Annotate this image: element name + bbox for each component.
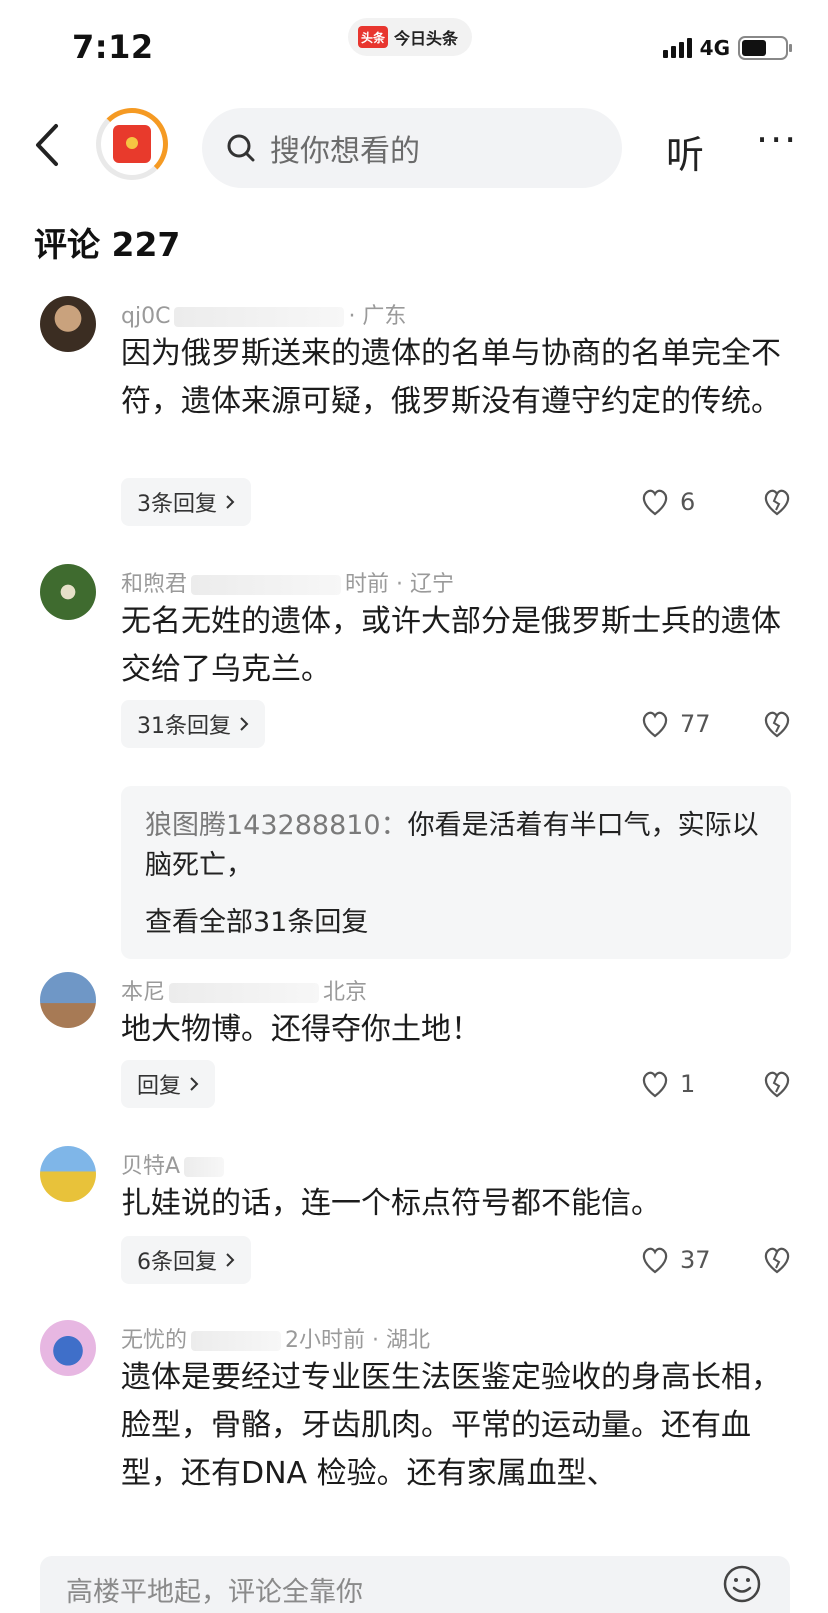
replies-label: 3条回复 (137, 492, 217, 517)
more-button[interactable]: ··· (756, 118, 798, 162)
replies-button[interactable]: 6条回复 (121, 1236, 251, 1284)
search-bar[interactable]: 搜你想看的 (202, 108, 622, 188)
avatar[interactable] (40, 1320, 96, 1376)
avatar[interactable] (40, 972, 96, 1028)
dislike-button[interactable] (762, 488, 792, 520)
comment-meta: 和煦君 时前 · 辽宁 (121, 566, 454, 598)
dislike-button[interactable] (762, 1070, 792, 1102)
status-bar: 7:12 头条 今日头条 4G (0, 0, 828, 96)
like-button[interactable]: 1 (640, 1070, 695, 1098)
comment-text: 地大物博。还得夺你土地！ (121, 1012, 481, 1047)
replies-button[interactable]: 回复 (121, 1060, 216, 1108)
status-icons: 4G (662, 36, 792, 60)
comment-text: 扎娃说的话，连一个标点符号都不能信。 (121, 1186, 661, 1221)
search-icon (227, 134, 255, 162)
emoji-button[interactable] (722, 1564, 762, 1608)
heart-icon (642, 1071, 668, 1098)
broken-heart-icon (764, 1247, 790, 1274)
sub-reply: 狼图腾143288810：你看是活着有半口气，实际以脑死亡， (145, 806, 767, 886)
broken-heart-icon (764, 489, 790, 516)
comment-input-bar[interactable]: 高楼平地起，评论全靠你 (40, 1556, 790, 1613)
nav-bar: 搜你想看的 听 ··· (0, 100, 828, 190)
replies-label: 31条回复 (137, 714, 231, 739)
view-all-replies-link[interactable]: 查看全部31条回复 (145, 900, 767, 939)
chevron-right-icon (240, 717, 249, 731)
comment-username[interactable]: qj0C (121, 304, 170, 329)
dislike-button[interactable] (762, 710, 792, 742)
avatar[interactable] (40, 296, 96, 352)
like-count: 6 (680, 488, 696, 516)
listen-button[interactable]: 听 (666, 124, 704, 179)
comment-text: 遗体是要经过专业医生法医鉴定验收的身高长相，脸型，骨骼，牙齿肌肉。平常的运动量。… (121, 1360, 781, 1491)
replies-label: 6条回复 (137, 1250, 217, 1275)
comment-location: 时前 · 辽宁 (345, 572, 454, 597)
app-indicator[interactable]: 头条 今日头条 (348, 18, 473, 56)
app-name: 今日头条 (394, 29, 459, 48)
app-logo: 头条 (358, 26, 388, 48)
comment-username[interactable]: 和煦君 (121, 572, 187, 597)
like-button[interactable]: 6 (640, 488, 695, 516)
replies-button[interactable]: 3条回复 (121, 478, 251, 526)
comment-input-placeholder: 高楼平地起，评论全靠你 (66, 1577, 363, 1608)
like-button[interactable]: 37 (640, 1246, 711, 1274)
like-button[interactable]: 77 (640, 710, 711, 738)
back-button[interactable] (30, 120, 70, 170)
broken-heart-icon (764, 1071, 790, 1098)
like-count: 37 (680, 1246, 711, 1274)
comment-location: 北京 (323, 980, 368, 1005)
comment-meta: 无忧的 2小时前 · 湖北 (121, 1322, 430, 1354)
comment-text: 无名无姓的遗体，或许大部分是俄罗斯士兵的遗体交给了乌克兰。 (121, 604, 781, 687)
comment-meta: 本尼 北京 (121, 974, 367, 1006)
replies-label: 回复 (137, 1074, 182, 1099)
status-time: 7:12 (72, 28, 154, 66)
comment-location: 2小时前 · 湖北 (285, 1328, 430, 1353)
emoji-icon (723, 1565, 761, 1603)
heart-icon (642, 1247, 668, 1274)
dislike-button[interactable] (762, 1246, 792, 1278)
like-count: 1 (680, 1070, 696, 1098)
back-arrow-icon (36, 124, 58, 166)
comment-username[interactable]: 无忧的 (121, 1328, 187, 1353)
comment-meta: qj0C · 广东 (121, 298, 406, 330)
like-count: 77 (680, 710, 711, 738)
avatar[interactable] (40, 564, 96, 620)
comment-username[interactable]: 贝特A (121, 1154, 180, 1179)
replies-button[interactable]: 31条回复 (121, 700, 265, 748)
heart-icon (642, 489, 668, 516)
broken-heart-icon (764, 711, 790, 738)
comment-meta: 贝特A (121, 1148, 228, 1180)
sub-reply-box[interactable]: 狼图腾143288810：你看是活着有半口气，实际以脑死亡， 查看全部31条回复 (121, 786, 791, 959)
chevron-right-icon (190, 1077, 199, 1091)
signal-icon (662, 38, 692, 58)
chevron-right-icon (226, 495, 235, 509)
chevron-right-icon (226, 1253, 235, 1267)
search-placeholder: 搜你想看的 (270, 134, 420, 169)
comments-header: 评论 227 (34, 225, 181, 264)
red-packet-button[interactable] (96, 108, 168, 180)
sub-reply-username[interactable]: 狼图腾143288810： (145, 810, 408, 841)
comment-text: 因为俄罗斯送来的遗体的名单与协商的名单完全不符，遗体来源可疑，俄罗斯没有遵守约定… (121, 336, 781, 419)
network-type: 4G (699, 36, 730, 60)
red-packet-icon (113, 125, 151, 163)
heart-icon (642, 711, 668, 738)
avatar[interactable] (40, 1146, 96, 1202)
comment-username[interactable]: 本尼 (121, 980, 165, 1005)
comment-location: · 广东 (348, 304, 407, 329)
battery-icon (738, 36, 792, 60)
